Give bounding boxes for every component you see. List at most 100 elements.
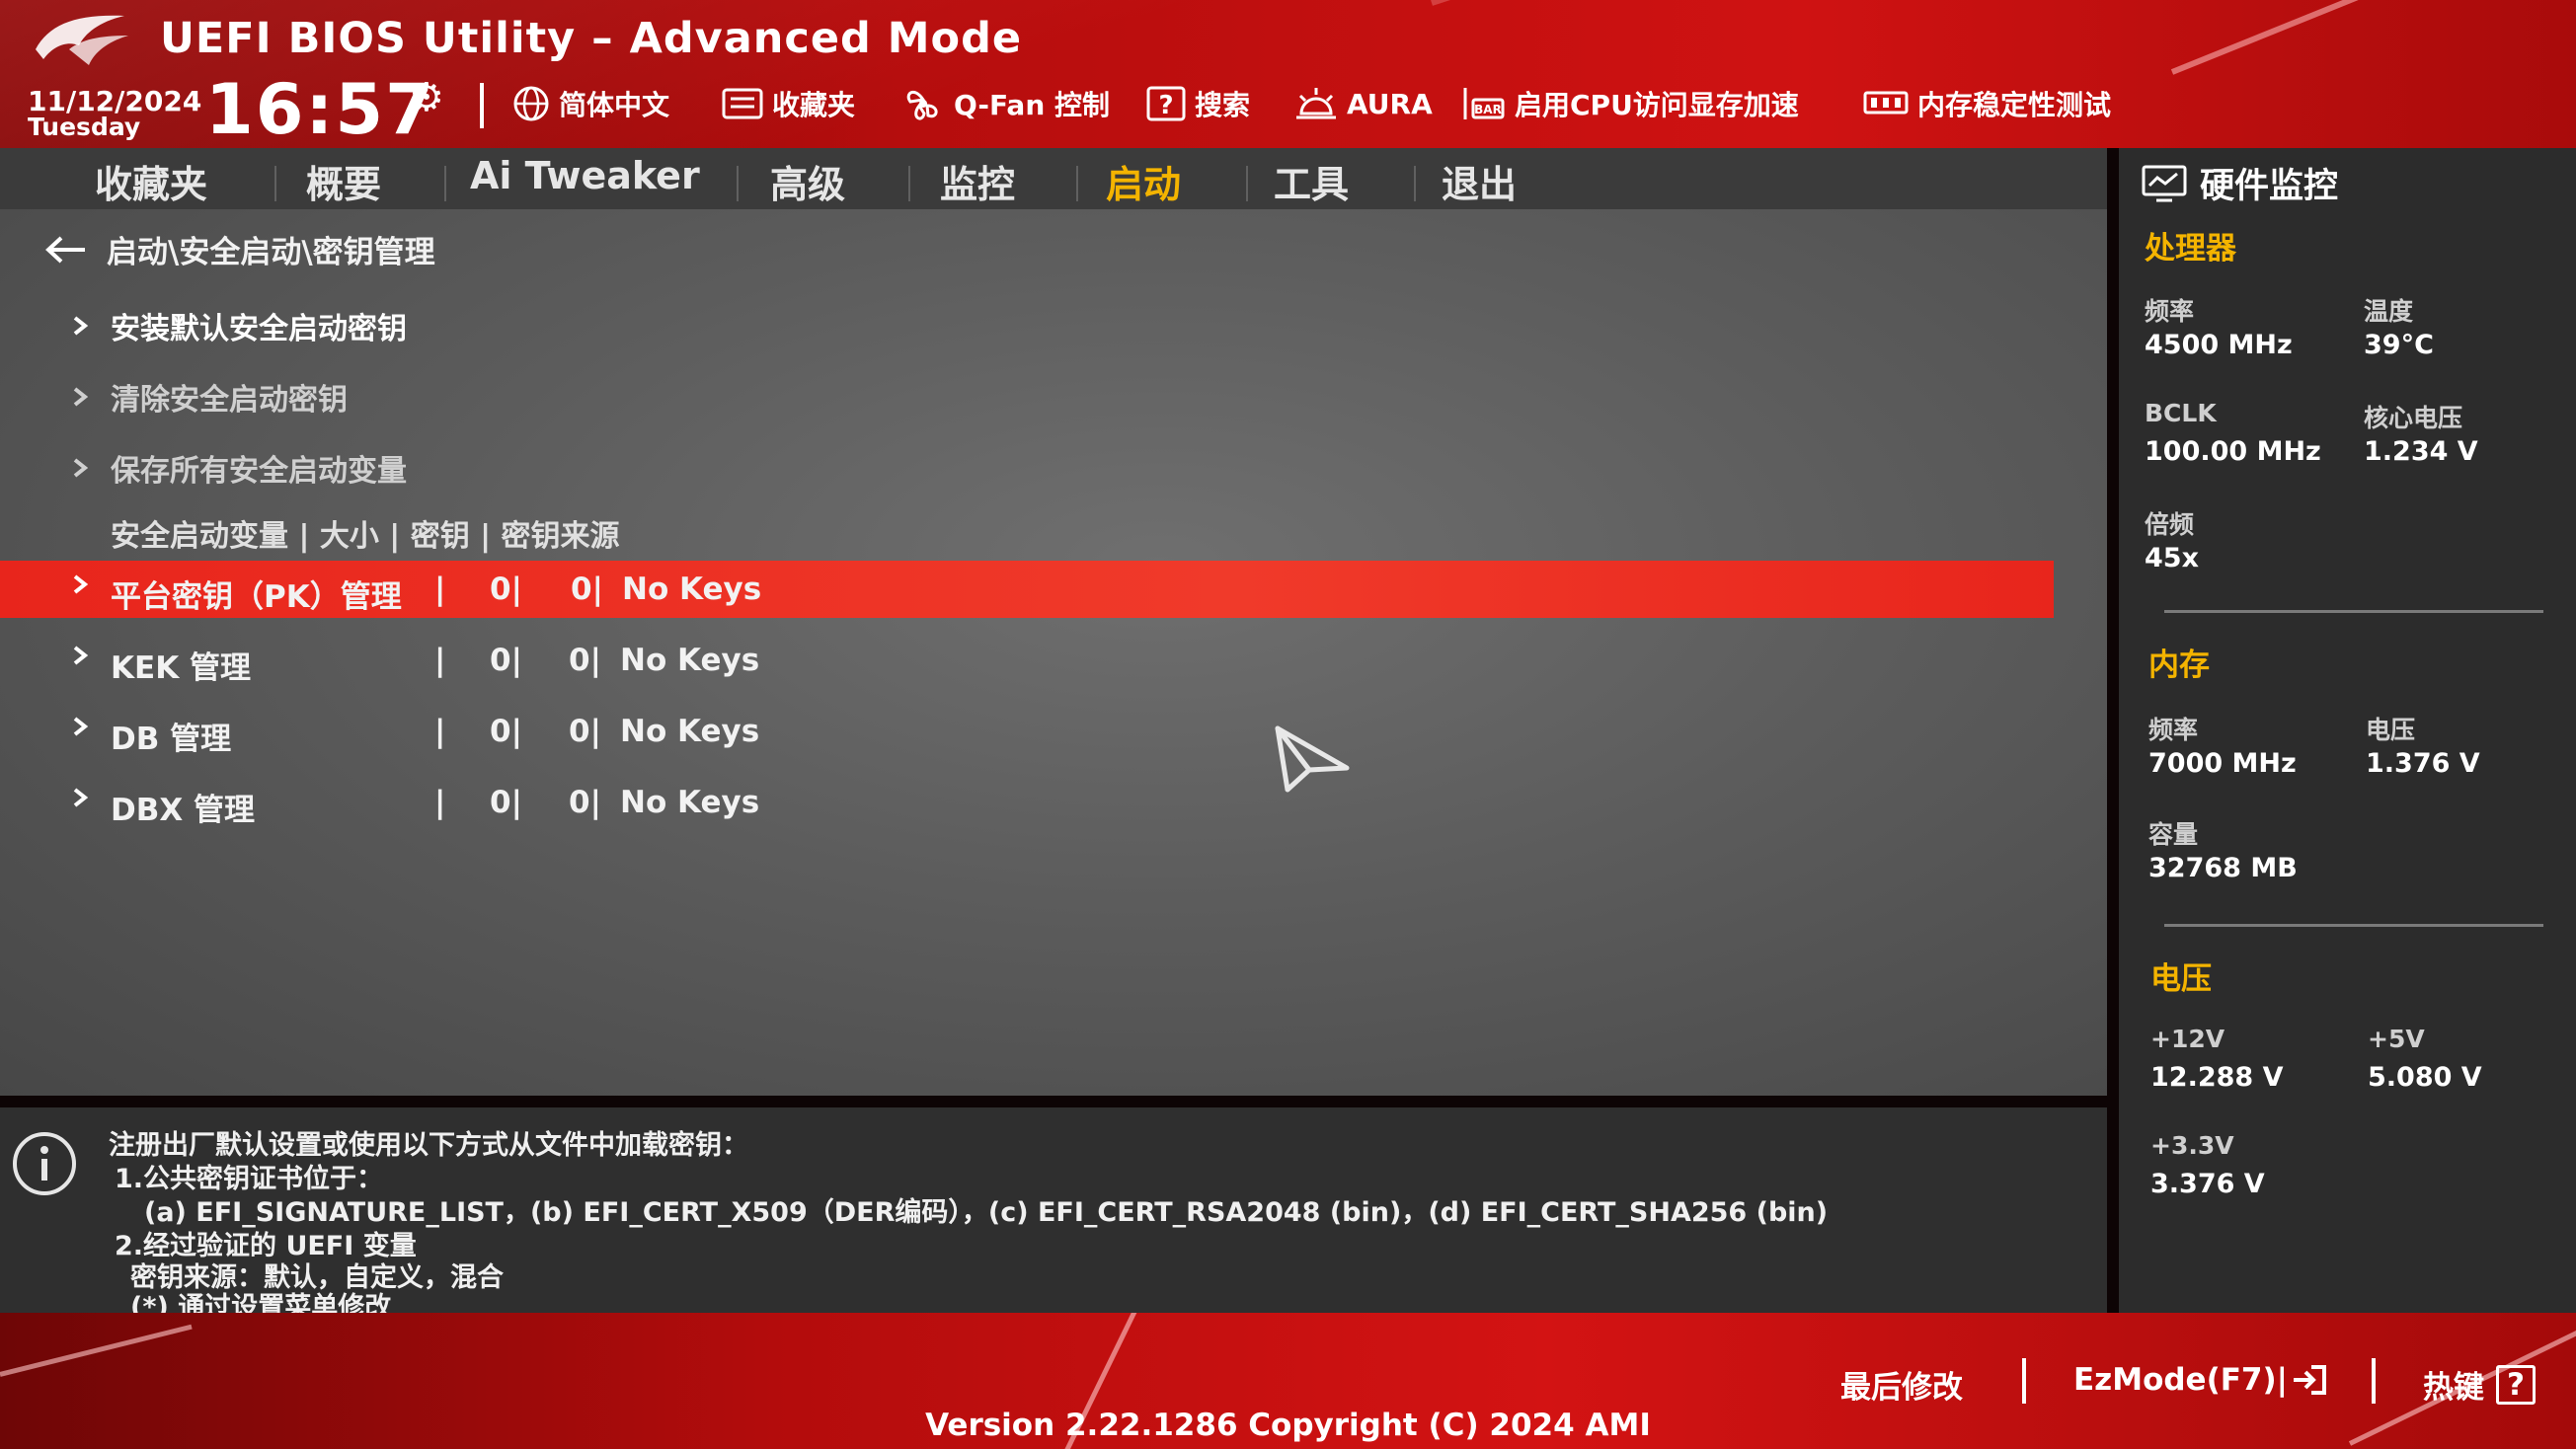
footer-separator bbox=[2372, 1358, 2376, 1404]
mouse-cursor-icon bbox=[1275, 725, 1350, 793]
v5-label: +5V bbox=[2368, 1025, 2425, 1053]
key-row-keys: 0| bbox=[571, 572, 603, 607]
tab-tool[interactable]: 工具 bbox=[1274, 154, 1349, 208]
key-row-sep: | bbox=[434, 572, 446, 607]
memtest-label: 内存稳定性测试 bbox=[1917, 89, 2112, 121]
tab-boot[interactable]: 启动 bbox=[1106, 154, 1182, 214]
key-row-dbx[interactable]: DBX 管理 | 0| 0| No Keys bbox=[0, 774, 2054, 831]
version-text: Version 2.22.1286 Copyright (C) 2024 AMI bbox=[925, 1408, 1651, 1443]
main-content: 启动\安全启动\密钥管理 安装默认安全启动密钥 清除安全启动密钥 保存所有安全启… bbox=[0, 209, 2107, 1096]
v12-value: 12.288 V bbox=[2150, 1062, 2284, 1093]
chevron-right-icon bbox=[73, 458, 89, 478]
key-row-sep: | bbox=[434, 714, 446, 749]
chevron-right-icon bbox=[73, 387, 89, 407]
header-divider bbox=[480, 83, 484, 128]
key-row-name: KEK 管理 bbox=[111, 650, 252, 686]
v12-label: +12V bbox=[2150, 1025, 2225, 1053]
key-row-sep: | bbox=[434, 643, 446, 678]
cpu-temp-label: 温度 bbox=[2364, 297, 2414, 326]
breadcrumb[interactable]: 启动\安全启动\密钥管理 bbox=[43, 227, 435, 271]
tab-separator bbox=[444, 166, 446, 201]
mem-volt-value: 1.376 V bbox=[2366, 748, 2480, 779]
svg-text:BAR: BAR bbox=[1474, 103, 1502, 116]
search-button[interactable]: ? 搜索 bbox=[1145, 83, 1250, 124]
section-divider bbox=[2164, 924, 2543, 927]
mem-cap-value: 32768 MB bbox=[2148, 853, 2298, 883]
vcore-label: 核心电压 bbox=[2364, 404, 2463, 432]
language-button[interactable]: 简体中文 bbox=[511, 83, 669, 124]
info-icon bbox=[13, 1132, 76, 1195]
hotkeys-button[interactable]: 热键 ? bbox=[2423, 1362, 2536, 1407]
menu-item-label: 清除安全启动密钥 bbox=[111, 383, 348, 418]
decor-streak bbox=[1431, 0, 1715, 6]
install-default-keys-item[interactable]: 安装默认安全启动密钥 bbox=[69, 304, 407, 347]
help-panel: 注册出厂默认设置或使用以下方式从文件中加载密钥： 1.公共密钥证书位于： (a)… bbox=[0, 1107, 2107, 1323]
svg-text:?: ? bbox=[1158, 91, 1173, 120]
decor-streak bbox=[0, 1324, 193, 1377]
key-row-db[interactable]: DB 管理 | 0| 0| No Keys bbox=[0, 703, 2054, 760]
tab-separator bbox=[908, 166, 910, 201]
hardware-monitor-title: 硬件监控 bbox=[2141, 158, 2338, 208]
key-row-name: DBX 管理 bbox=[111, 793, 256, 828]
key-row-sep: | bbox=[434, 785, 446, 820]
ratio-label: 倍频 bbox=[2145, 510, 2195, 539]
favorites-icon bbox=[722, 88, 763, 119]
aura-button[interactable]: AURA bbox=[1293, 83, 1433, 124]
decor-streak bbox=[2170, 0, 2576, 75]
key-row-name: 平台密钥（PK）管理 bbox=[111, 579, 402, 615]
key-row-size: 0| bbox=[490, 714, 522, 749]
key-table-header: 安全启动变量 | 大小 | 密钥 | 密钥来源 bbox=[111, 519, 620, 554]
hardware-monitor-panel: 硬件监控 处理器 频率 4500 MHz 温度 39°C BCLK 100.00… bbox=[2119, 148, 2576, 1313]
main-tab-bar: 收藏夹 概要 Ai Tweaker 高级 监控 启动 工具 退出 bbox=[0, 148, 2107, 214]
tab-overview[interactable]: 概要 bbox=[306, 154, 381, 208]
hotkey-help-icon: ? bbox=[2496, 1364, 2536, 1405]
qfan-button[interactable]: Q-Fan 控制 bbox=[900, 83, 1110, 124]
bclk-label: BCLK bbox=[2145, 399, 2217, 427]
key-row-size: 0| bbox=[490, 572, 522, 607]
favorites-button[interactable]: 收藏夹 bbox=[721, 83, 855, 124]
key-row-keys: 0| bbox=[569, 714, 601, 749]
ezmode-button[interactable]: EzMode(F7)| bbox=[2073, 1362, 2327, 1398]
status-footer: 最后修改 EzMode(F7)| 热键 ? Version 2.22.1286 … bbox=[0, 1313, 2576, 1449]
mem-volt-label: 电压 bbox=[2366, 716, 2416, 744]
ezmode-label: EzMode(F7)| bbox=[2073, 1362, 2288, 1398]
weekday-display: Tuesday bbox=[28, 113, 141, 141]
rog-logo-icon bbox=[36, 15, 128, 65]
cpu-section-title: 处理器 bbox=[2145, 231, 2236, 267]
memtest-button[interactable]: 内存稳定性测试 bbox=[1862, 83, 2111, 124]
help-search-icon: ? bbox=[1146, 86, 1186, 121]
tab-separator bbox=[1246, 166, 1248, 201]
clock-settings-gear-icon[interactable]: ⚙ bbox=[409, 75, 444, 120]
save-all-vars-item[interactable]: 保存所有安全启动变量 bbox=[69, 446, 407, 490]
search-label: 搜索 bbox=[1195, 89, 1251, 121]
tab-favorites[interactable]: 收藏夹 bbox=[95, 154, 207, 208]
cpu-freq-value: 4500 MHz bbox=[2145, 330, 2293, 360]
key-row-pk[interactable]: 平台密钥（PK）管理 | 0| 0| No Keys bbox=[0, 561, 2054, 618]
memory-section-title: 内存 bbox=[2148, 648, 2210, 683]
rebar-label: 启用CPU访问显存加速 bbox=[1515, 89, 1799, 121]
aura-label: AURA bbox=[1347, 87, 1433, 120]
fan-icon bbox=[906, 90, 938, 120]
v33-value: 3.376 V bbox=[2150, 1169, 2265, 1199]
vcore-value: 1.234 V bbox=[2364, 436, 2478, 467]
v33-label: +3.3V bbox=[2150, 1131, 2234, 1160]
tab-exit[interactable]: 退出 bbox=[1442, 154, 1517, 208]
clear-secure-boot-keys-item[interactable]: 清除安全启动密钥 bbox=[69, 375, 348, 419]
tab-monitor[interactable]: 监控 bbox=[940, 154, 1015, 208]
breadcrumb-path: 启动\安全启动\密钥管理 bbox=[107, 235, 435, 270]
chevron-right-icon bbox=[73, 316, 89, 336]
rebar-button[interactable]: BAR 启用CPU访问显存加速 bbox=[1459, 83, 1799, 124]
tab-ai-tweaker[interactable]: Ai Tweaker bbox=[470, 154, 700, 197]
key-row-kek[interactable]: KEK 管理 | 0| 0| No Keys bbox=[0, 632, 2054, 689]
chevron-right-icon bbox=[73, 788, 89, 807]
monitor-icon bbox=[2142, 165, 2187, 201]
key-row-source: No Keys bbox=[622, 572, 762, 607]
back-arrow-icon[interactable] bbox=[43, 235, 87, 265]
last-modified-button[interactable]: 最后修改 bbox=[1840, 1362, 1963, 1407]
key-row-keys: 0| bbox=[569, 643, 601, 678]
tab-advanced[interactable]: 高级 bbox=[770, 154, 845, 208]
favorites-label: 收藏夹 bbox=[772, 89, 856, 121]
tab-separator bbox=[1414, 166, 1416, 201]
title-bar: UEFI BIOS Utility – Advanced Mode 11/12/… bbox=[0, 0, 2576, 148]
chevron-right-icon bbox=[73, 646, 89, 665]
